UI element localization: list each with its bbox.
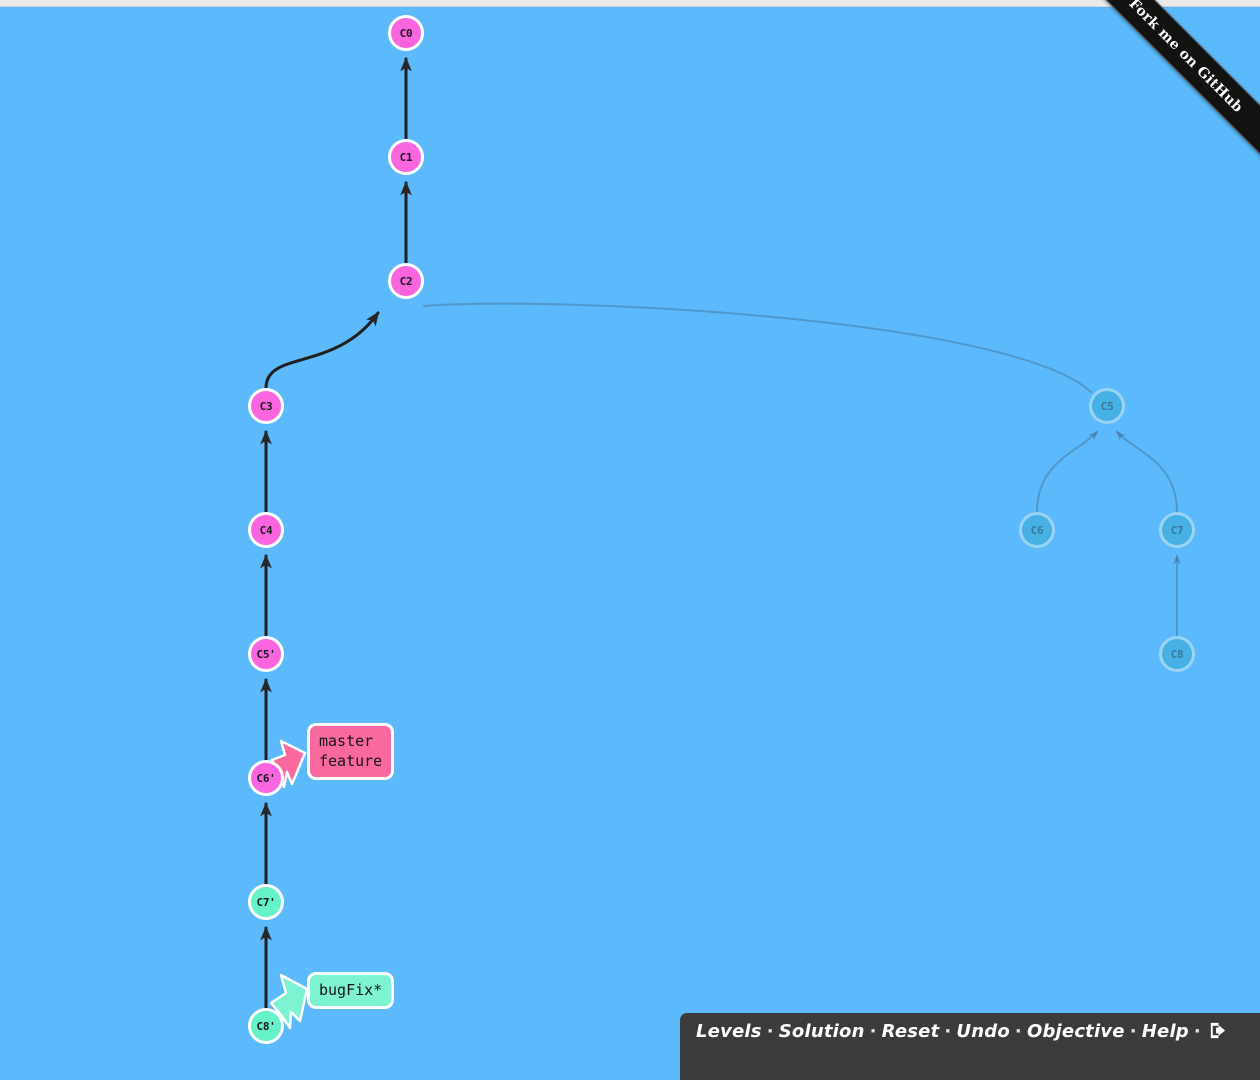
command-separator: · (1014, 1021, 1022, 1042)
commit-node-c7-ghost[interactable]: C7 (1159, 512, 1195, 548)
command-objective[interactable]: Objective (1027, 1021, 1125, 1042)
commit-node-c5-ghost[interactable]: C5 (1089, 388, 1125, 424)
active-edge-group (260, 57, 412, 1010)
commit-node-c2[interactable]: C2 (388, 263, 424, 299)
commit-node-c6-prime[interactable]: C6' (248, 760, 284, 796)
commit-node-c6-ghost[interactable]: C6 (1019, 512, 1055, 548)
commit-node-c0[interactable]: C0 (388, 15, 424, 51)
commit-label: C4 (259, 523, 273, 537)
ghost-edge-group (423, 302, 1181, 637)
commit-label: C0 (399, 26, 413, 40)
commit-label: C2 (399, 274, 413, 288)
edge-c5-to-c2 (423, 302, 1092, 393)
commit-label: C3 (259, 399, 273, 413)
commit-node-c7-prime[interactable]: C7' (248, 884, 284, 920)
commit-label: C7 (1170, 523, 1184, 537)
commit-node-c1[interactable]: C1 (388, 139, 424, 175)
commit-label: C7' (256, 895, 276, 909)
command-separator: · (1193, 1021, 1201, 1042)
commit-graph-edges (260, 57, 1181, 1030)
command-levels[interactable]: Levels (696, 1021, 762, 1042)
command-reset[interactable]: Reset (882, 1021, 940, 1042)
git-branching-app: C0 C1 C2 C3 C4 C5' C6' C7' C8' C5 C6 C7 … (0, 0, 1260, 1080)
branch-label-bugfix[interactable]: bugFix* (307, 972, 395, 1009)
command-bar-items: Levels · Solution · Reset · Undo · Objective · Hel… (696, 1021, 1248, 1045)
commit-node-c4[interactable]: C4 (248, 512, 284, 548)
command-help[interactable]: Help (1142, 1021, 1189, 1042)
commit-label: C5 (1100, 399, 1114, 413)
edge-c7-to-c5 (1116, 431, 1178, 513)
command-bar: Levels · Solution · Reset · Undo · Objective · Hel… (680, 1013, 1260, 1080)
command-separator: · (766, 1021, 774, 1042)
edge-c6-to-c5 (1036, 431, 1098, 513)
command-undo[interactable]: Undo (956, 1021, 1009, 1042)
commit-label: C6' (256, 771, 276, 785)
commit-label: C5' (256, 647, 276, 661)
edge-c3-to-c2 (264, 311, 380, 390)
commit-node-c8-prime[interactable]: C8' (248, 1008, 284, 1044)
branch-label-master-feature[interactable]: master feature (307, 723, 395, 780)
exit-icon[interactable] (1208, 1021, 1227, 1045)
command-separator: · (944, 1021, 952, 1042)
commit-label: C6 (1030, 523, 1044, 537)
commit-node-c5-prime[interactable]: C5' (248, 636, 284, 672)
commit-label: C8 (1170, 647, 1184, 661)
commit-label: C1 (399, 150, 413, 164)
command-separator: · (869, 1021, 877, 1042)
page-top-strip (0, 0, 1260, 7)
commit-node-c8-ghost[interactable]: C8 (1159, 636, 1195, 672)
commit-label: C8' (256, 1019, 276, 1033)
command-solution[interactable]: Solution (779, 1021, 865, 1042)
command-separator: · (1129, 1021, 1137, 1042)
commit-node-c3[interactable]: C3 (248, 388, 284, 424)
